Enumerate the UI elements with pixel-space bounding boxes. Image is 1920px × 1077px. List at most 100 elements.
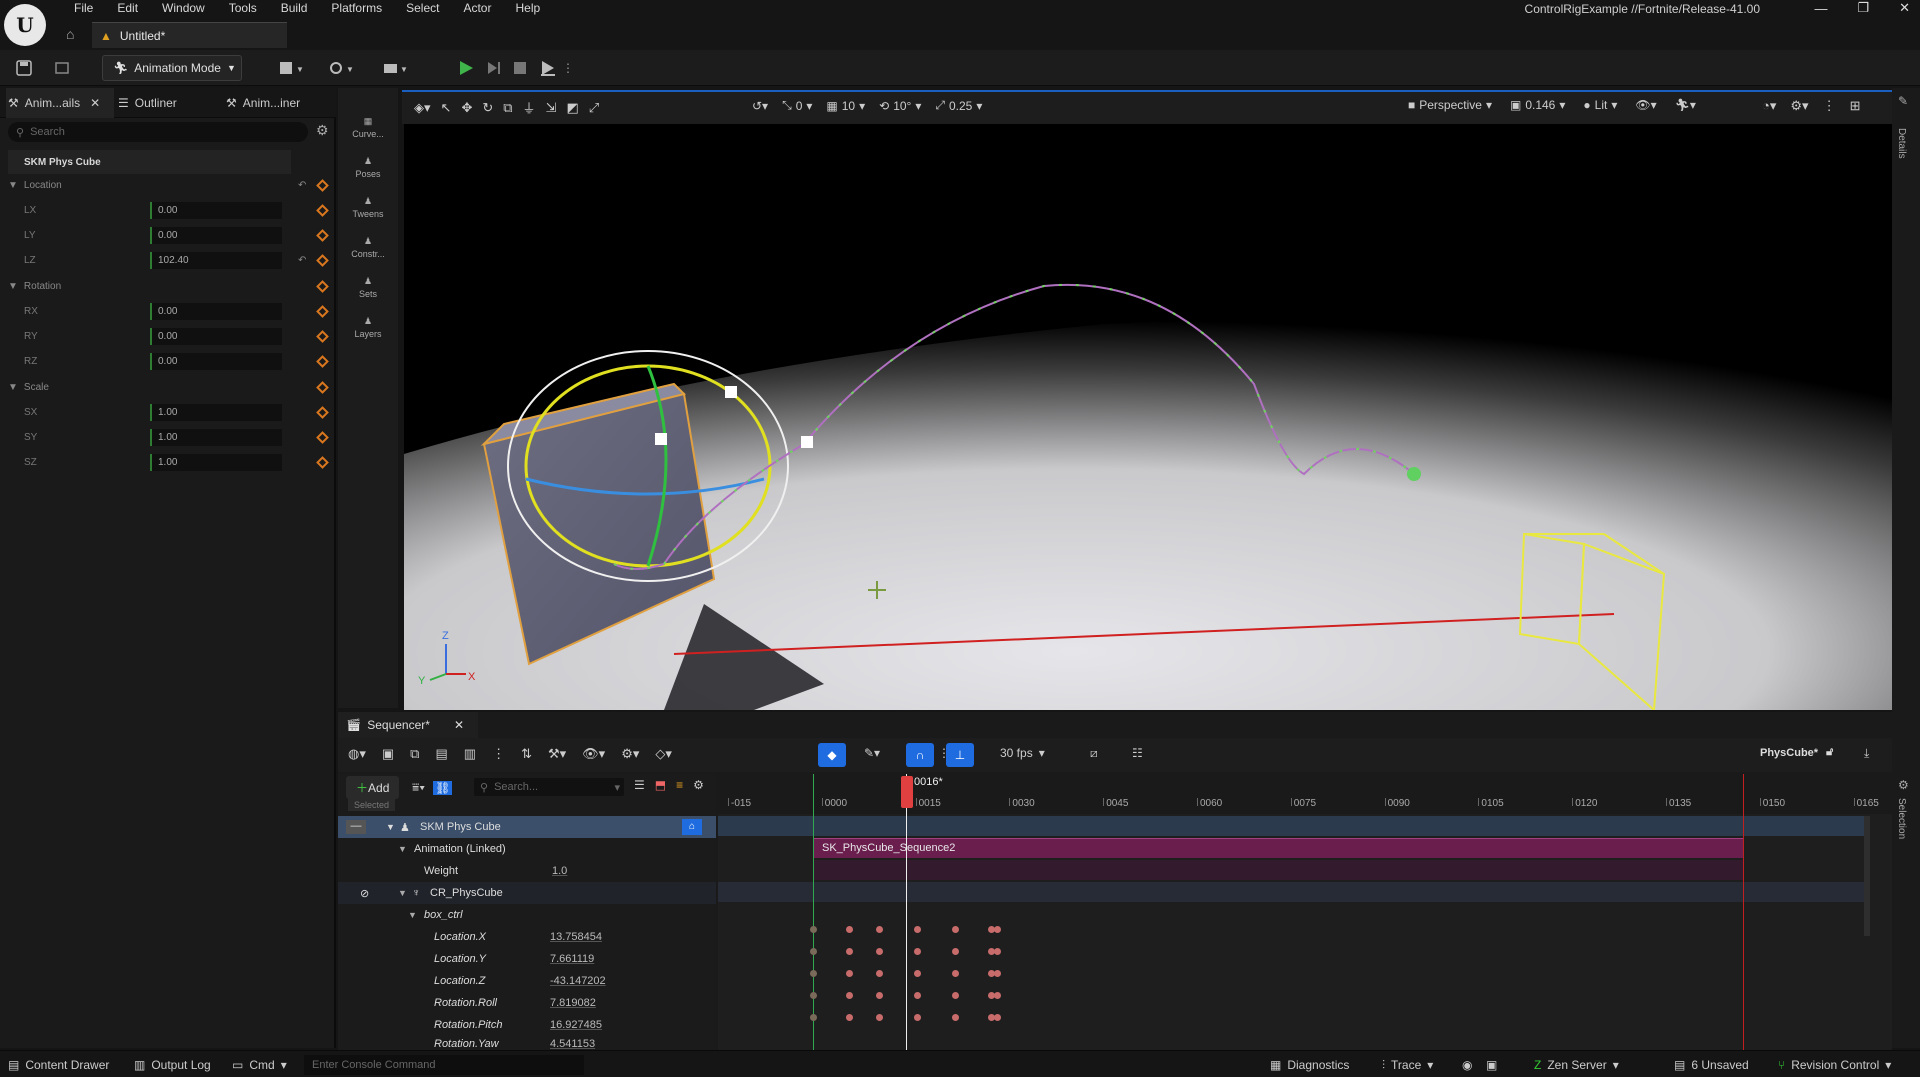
- realtime-icon[interactable]: ◔▾: [1762, 98, 1776, 114]
- property-value-field[interactable]: 102.40: [150, 252, 282, 269]
- keyframe-dot[interactable]: [876, 948, 883, 955]
- keyframe-dot[interactable]: [846, 926, 853, 933]
- cinematics-icon[interactable]: ▼: [378, 54, 414, 82]
- scale-icon[interactable]: ⧉: [503, 100, 512, 116]
- game-view-icon[interactable]: 🏃︎▾: [1675, 98, 1696, 112]
- diagnostics-button[interactable]: ▦ Diagnostics: [1270, 1055, 1349, 1075]
- keyframe-dot[interactable]: [846, 1014, 853, 1021]
- trail-key[interactable]: [801, 436, 813, 448]
- actions-icon[interactable]: ⇅: [521, 746, 532, 762]
- tool-curves[interactable]: ▦ Curve...: [338, 116, 398, 152]
- keyframe-dot[interactable]: [810, 992, 817, 999]
- keyframe-icon[interactable]: [316, 431, 329, 444]
- property-value-field[interactable]: 1.00: [150, 404, 282, 421]
- curve-editor-icon[interactable]: ⧄: [1090, 746, 1098, 761]
- track-search-input[interactable]: ⚲ Search... ▾: [474, 778, 624, 796]
- track-rotation-roll[interactable]: Rotation.Roll 7.819082: [338, 992, 716, 1014]
- save-icon[interactable]: [12, 54, 36, 82]
- keyframe-dot[interactable]: [876, 970, 883, 977]
- keyframe-dot[interactable]: [876, 1014, 883, 1021]
- keyframe-dot[interactable]: [914, 992, 921, 999]
- menu-build[interactable]: Build: [269, 0, 320, 16]
- keyframe-dot[interactable]: [846, 970, 853, 977]
- clapper-icon[interactable]: ▥: [464, 746, 476, 762]
- viewport-settings-icon[interactable]: ⚙▾: [1790, 98, 1808, 114]
- grid-snap-button[interactable]: ▦ 10 ▾: [826, 99, 865, 113]
- zen-server-dropdown[interactable]: Z Zen Server ▾: [1534, 1055, 1619, 1075]
- tool-sets[interactable]: ♟ Sets: [338, 276, 398, 312]
- camera-snap-icon[interactable]: ⤢: [589, 100, 599, 116]
- sequencer-timeline[interactable]: -015 0000 0015 0030 0045 0060 0075 0090 0105 0120…: [718, 774, 1892, 1050]
- keyframe-icon[interactable]: [316, 254, 329, 267]
- output-log-button[interactable]: ▥ Output Log: [134, 1055, 211, 1075]
- tool-poses[interactable]: ♟ Poses: [338, 156, 398, 192]
- more-options-icon[interactable]: ⋮: [562, 54, 574, 82]
- layers-icon[interactable]: ≡: [676, 778, 683, 792]
- keyframe-dot[interactable]: [994, 926, 1001, 933]
- step-icon[interactable]: [482, 54, 506, 82]
- keyframe-dot[interactable]: [876, 992, 883, 999]
- keyframe-icon[interactable]: [316, 355, 329, 368]
- edit-icon[interactable]: ✎: [1898, 94, 1908, 108]
- unreal-logo-icon[interactable]: U: [4, 4, 46, 46]
- tab-anim-details[interactable]: ⚒ Anim...ails ✕: [6, 88, 114, 118]
- console-input[interactable]: Enter Console Command: [304, 1055, 584, 1075]
- menu-tools[interactable]: Tools: [217, 0, 269, 16]
- menu-help[interactable]: Help: [503, 0, 552, 16]
- link-icon[interactable]: ⛓: [433, 780, 453, 795]
- pencil-icon[interactable]: ✎▾: [864, 746, 880, 760]
- cmd-dropdown[interactable]: ▭ Cmd ▾: [232, 1055, 287, 1075]
- close-tab-icon[interactable]: ✕: [454, 718, 464, 732]
- keyframe-dot[interactable]: [952, 1014, 959, 1021]
- select-mode-icon[interactable]: ◈▾: [414, 100, 431, 116]
- trace-dropdown[interactable]: ⫶ Trace ▾: [1382, 1055, 1433, 1075]
- details-search-input[interactable]: ⚲ Search: [8, 122, 308, 142]
- stop-icon[interactable]: [508, 54, 532, 82]
- more-options-icon[interactable]: ⋮: [1823, 98, 1836, 114]
- property-value-field[interactable]: 0.00: [150, 303, 282, 320]
- sequencer-tab[interactable]: 🎬︎ Sequencer* ✕: [338, 712, 478, 738]
- minimize-icon[interactable]: —: [1814, 1, 1827, 16]
- menu-window[interactable]: Window: [150, 0, 217, 16]
- details-side-tab[interactable]: Details: [1896, 128, 1907, 159]
- revision-control-dropdown[interactable]: ⑂ Revision Control ▾: [1778, 1055, 1891, 1075]
- level-viewport[interactable]: Z Y X: [404, 124, 1892, 710]
- snap-button[interactable]: ∩: [906, 743, 934, 767]
- rotate-snap-button[interactable]: ⟲ 10° ▾: [879, 99, 921, 113]
- settings-gear-icon[interactable]: ⚙: [316, 122, 329, 139]
- menu-actor[interactable]: Actor: [451, 0, 503, 16]
- pivot-icon[interactable]: ⏚: [523, 98, 536, 117]
- select-icon[interactable]: ↖: [441, 100, 452, 116]
- track-lock-icon[interactable]: ⌂: [682, 819, 702, 835]
- category-rotation[interactable]: ▼ Rotation: [0, 274, 336, 299]
- scale-snap-button[interactable]: ⤢ 0.25 ▾: [935, 98, 982, 113]
- track-value[interactable]: 4.541153: [550, 1038, 595, 1050]
- time-snap-button[interactable]: ⊥: [946, 743, 974, 767]
- more-options-icon[interactable]: ⋮: [492, 746, 505, 762]
- fps-dropdown[interactable]: 30 fps ▾: [1000, 746, 1045, 760]
- rotate-icon[interactable]: ↻: [482, 100, 493, 116]
- keyframe-dot[interactable]: [994, 970, 1001, 977]
- tab-outliner[interactable]: ☰ Outliner: [118, 88, 214, 118]
- layout-icon[interactable]: ⊞: [1850, 98, 1861, 114]
- property-value-field[interactable]: 0.00: [150, 202, 282, 219]
- keyframe-dot[interactable]: [810, 970, 817, 977]
- track-value[interactable]: 7.661119: [550, 953, 594, 965]
- keyframe-dot[interactable]: [952, 926, 959, 933]
- filter-icon[interactable]: ⩸▾: [412, 780, 425, 795]
- trail-key[interactable]: [655, 433, 667, 445]
- tools-icon[interactable]: ⚒▾: [548, 746, 566, 762]
- find-asset-icon[interactable]: ⧉: [410, 746, 419, 762]
- auto-key-button[interactable]: ◆: [818, 743, 846, 767]
- playback-end-marker[interactable]: [1743, 774, 1744, 1050]
- add-track-button[interactable]: ＋ Add: [346, 776, 400, 799]
- translate-icon[interactable]: ✥: [461, 100, 472, 116]
- track-value[interactable]: -43.147202: [550, 975, 606, 987]
- keyframe-dot[interactable]: [952, 970, 959, 977]
- eject-icon[interactable]: [536, 54, 560, 82]
- reset-icon[interactable]: ↶: [298, 180, 306, 191]
- category-location[interactable]: ▼ Location ↶: [0, 173, 336, 198]
- trail-key[interactable]: [725, 386, 737, 398]
- close-tab-icon[interactable]: ✕: [90, 96, 100, 110]
- property-value-field[interactable]: 1.00: [150, 454, 282, 471]
